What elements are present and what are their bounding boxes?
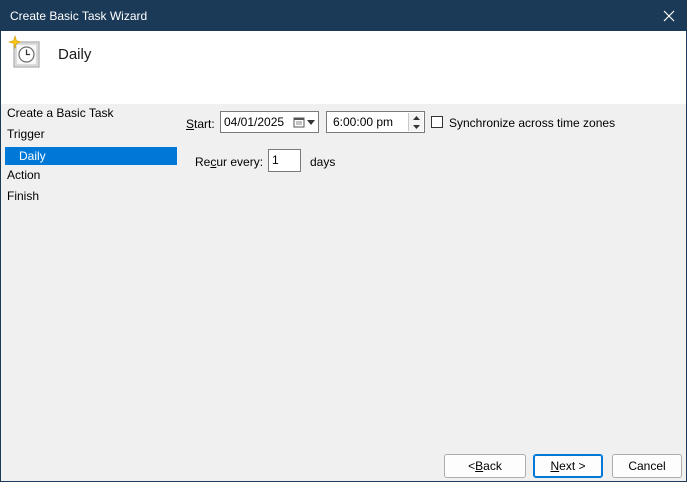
start-time-field[interactable]: 6:00:00 pm (326, 111, 425, 133)
calendar-dropdown-button[interactable] (291, 113, 317, 131)
spin-up-button[interactable] (409, 113, 423, 122)
wizard-steps-pane: Create a Basic Task Trigger Daily Action… (1, 104, 181, 481)
task-scheduler-clock-icon (7, 34, 41, 69)
recur-unit-label: days (310, 155, 336, 169)
page-title: Daily (58, 46, 92, 63)
sync-time-zones-checkbox[interactable] (431, 116, 443, 128)
chevron-down-icon (307, 119, 315, 125)
calendar-icon (293, 117, 305, 128)
step-daily-label: Daily (19, 149, 46, 163)
start-date-value: 04/01/2025 (224, 115, 285, 129)
arrow-down-icon (412, 124, 420, 129)
back-button[interactable]: < Back (444, 454, 526, 478)
step-daily-selected: Daily (5, 147, 177, 165)
start-label: Start: (186, 117, 215, 131)
recur-every-label: Recur every: (195, 155, 264, 169)
arrow-up-icon (412, 115, 420, 120)
close-button[interactable] (652, 1, 686, 31)
start-time-value: 6:00:00 pm (333, 115, 394, 129)
recur-days-value: 1 (272, 153, 279, 167)
wizard-content: Start: 04/01/2025 6:00:00 pm Synchronize… (181, 104, 686, 449)
recur-days-input[interactable]: 1 (268, 149, 301, 172)
wizard-header: Daily (1, 31, 686, 104)
start-date-picker[interactable]: 04/01/2025 (220, 111, 319, 133)
next-button[interactable]: Next > (533, 454, 603, 478)
step-finish: Finish (7, 189, 40, 203)
step-action: Action (7, 168, 41, 182)
window-title: Create Basic Task Wizard (10, 9, 148, 23)
step-create-basic-task: Create a Basic Task (7, 106, 114, 120)
close-icon (663, 10, 675, 22)
cancel-button[interactable]: Cancel (612, 454, 682, 478)
time-spinner[interactable] (408, 113, 423, 131)
sync-time-zones-label: Synchronize across time zones (449, 116, 616, 130)
spin-down-button[interactable] (409, 122, 423, 131)
title-bar: Create Basic Task Wizard (1, 1, 686, 31)
step-trigger: Trigger (7, 127, 45, 141)
wizard-window: Create Basic Task Wizard Daily Create a … (0, 0, 687, 482)
